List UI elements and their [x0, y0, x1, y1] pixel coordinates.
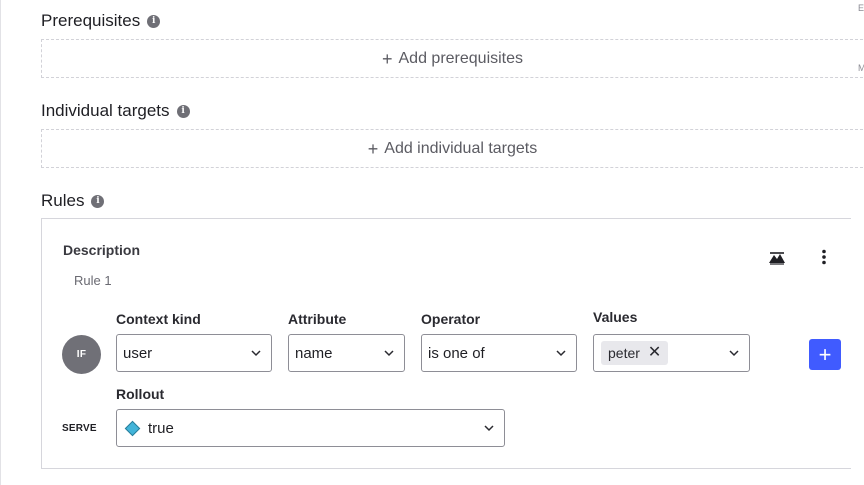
context-kind-select[interactable]: user — [116, 334, 272, 372]
individual-targets-section-title: Individual targets i — [41, 101, 190, 121]
chevron-down-icon — [556, 350, 566, 357]
if-badge: IF — [62, 335, 101, 374]
edge-letter-e: E — [858, 3, 864, 13]
attribute-value: name — [295, 344, 333, 362]
values-multiselect[interactable]: peter ✕ — [593, 334, 750, 372]
context-kind-value: user — [123, 344, 153, 362]
info-icon[interactable]: i — [91, 194, 105, 208]
values-label: Values — [593, 309, 638, 325]
add-clause-button[interactable]: + — [809, 339, 841, 370]
rule-name-input[interactable]: Rule 1 — [74, 273, 112, 288]
mountain-icon[interactable] — [767, 247, 787, 267]
serve-label: SERVE — [62, 423, 97, 434]
rule-card: Description Rule 1 IF Context kind user … — [41, 218, 851, 469]
prerequisites-title: Prerequisites — [41, 11, 141, 30]
kebab-menu-icon[interactable] — [814, 247, 834, 267]
operator-label: Operator — [421, 311, 481, 327]
rollout-label: Rollout — [116, 386, 165, 402]
individual-targets-dropzone: + Add individual targets — [41, 129, 863, 168]
value-chip-label: peter — [608, 345, 640, 361]
add-clause-icon: + — [818, 341, 832, 367]
operator-value: is one of — [428, 344, 485, 362]
prerequisites-section-title: Prerequisites i — [41, 11, 161, 31]
chevron-down-icon — [729, 350, 739, 357]
left-border — [0, 0, 1, 485]
description-label: Description — [63, 242, 141, 258]
value-chip: peter ✕ — [601, 341, 669, 365]
prerequisites-dropzone: + Add prerequisites — [41, 39, 863, 78]
chevron-down-icon — [484, 425, 494, 432]
individual-targets-title: Individual targets — [41, 101, 170, 120]
remove-chip-icon[interactable]: ✕ — [648, 345, 661, 361]
plus-icon: + — [367, 138, 379, 159]
rollout-value: true — [148, 419, 174, 437]
rules-section-title: Rules i — [41, 191, 105, 211]
variation-diamond-icon — [124, 420, 141, 436]
add-individual-targets-button[interactable]: + Add individual targets — [368, 140, 538, 158]
rules-title: Rules — [41, 191, 85, 210]
info-icon[interactable]: i — [176, 104, 190, 118]
plus-icon: + — [381, 48, 393, 69]
rollout-select[interactable]: true — [116, 409, 505, 447]
context-kind-label: Context kind — [116, 311, 201, 327]
add-prerequisites-button[interactable]: + Add prerequisites — [382, 50, 523, 68]
add-individual-targets-label: Add individual targets — [384, 139, 538, 157]
chevron-down-icon — [251, 350, 261, 357]
operator-select[interactable]: is one of — [421, 334, 577, 372]
info-icon[interactable]: i — [147, 14, 161, 28]
add-prerequisites-label: Add prerequisites — [398, 49, 524, 67]
attribute-select[interactable]: name — [288, 334, 405, 372]
attribute-label: Attribute — [288, 311, 347, 327]
chevron-down-icon — [384, 350, 394, 357]
